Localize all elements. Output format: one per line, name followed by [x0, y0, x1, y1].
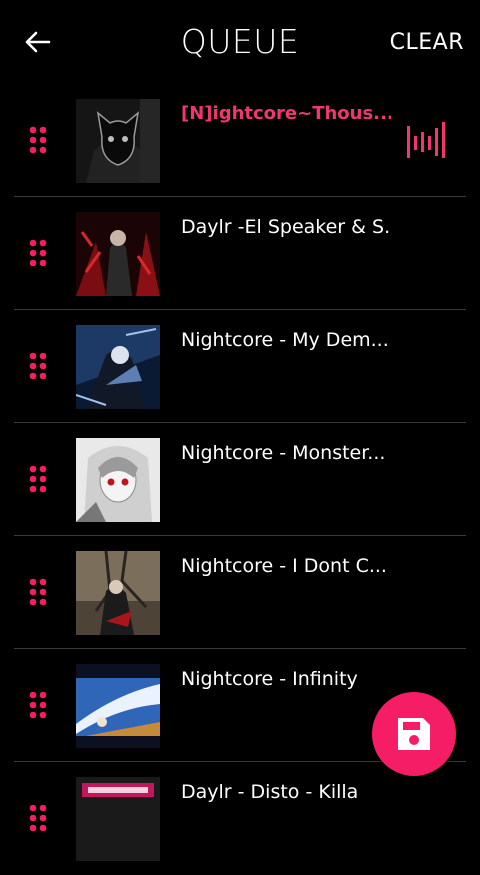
queue-item[interactable]: Daylr - Disto - Killa	[0, 762, 480, 875]
drag-handle-icon[interactable]	[28, 125, 48, 155]
album-art	[76, 325, 160, 409]
drag-handle-icon[interactable]	[28, 803, 48, 833]
album-art	[76, 438, 160, 522]
song-title: Daylr -El Speaker & S...	[181, 216, 391, 238]
song-title: Nightcore - Monster...	[181, 442, 386, 464]
song-title: Nightcore - Infinity	[181, 668, 358, 690]
album-art	[76, 777, 160, 861]
song-title: Nightcore - I Dont C...	[181, 555, 387, 577]
equalizer-icon	[407, 122, 445, 158]
save-queue-button[interactable]	[372, 692, 456, 776]
drag-handle-icon[interactable]	[28, 464, 48, 494]
song-title: [N]ightcore~Thous...	[181, 103, 391, 124]
queue-item[interactable]: Nightcore - Monster...	[0, 423, 480, 536]
header-bar: QUEUE CLEAR	[0, 0, 480, 84]
album-art	[76, 212, 160, 296]
queue-item[interactable]: Daylr -El Speaker & S...	[0, 197, 480, 310]
album-art	[76, 664, 160, 748]
drag-handle-icon[interactable]	[28, 690, 48, 720]
clear-button[interactable]: CLEAR	[390, 30, 464, 55]
queue-item[interactable]: [N]ightcore~Thous...	[0, 84, 480, 197]
queue-item[interactable]: Nightcore - I Dont C...	[0, 536, 480, 649]
drag-handle-icon[interactable]	[28, 351, 48, 381]
drag-handle-icon[interactable]	[28, 238, 48, 268]
song-title: Nightcore - My Dem...	[181, 329, 389, 351]
queue-item[interactable]: Nightcore - My Dem...	[0, 310, 480, 423]
drag-handle-icon[interactable]	[28, 577, 48, 607]
album-art	[76, 99, 160, 183]
save-icon	[398, 718, 430, 750]
album-art	[76, 551, 160, 635]
